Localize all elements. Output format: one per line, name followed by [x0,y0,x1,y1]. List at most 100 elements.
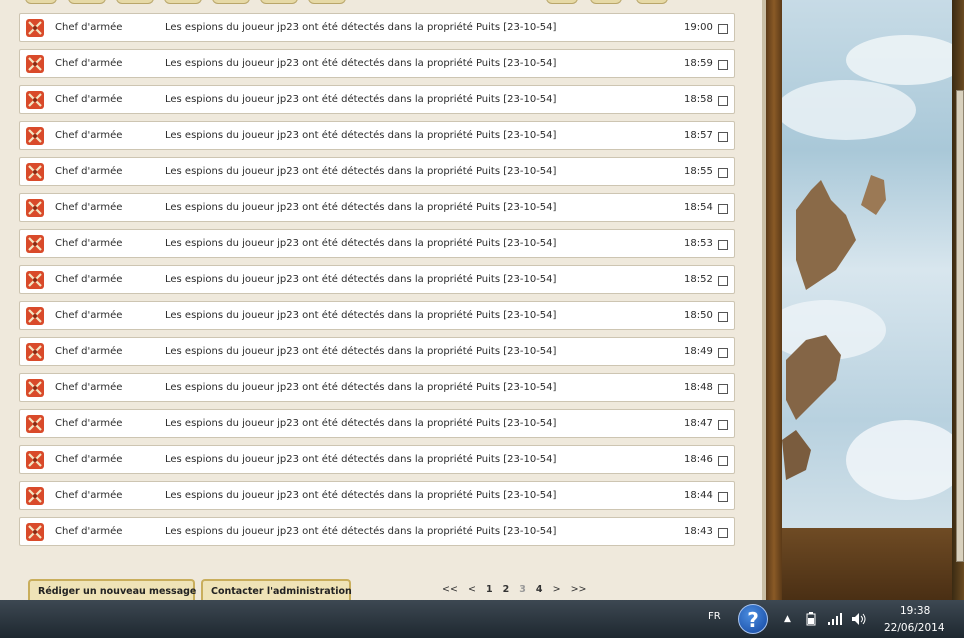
message-select-checkbox[interactable] [718,24,728,34]
message-subject[interactable]: Les espions du joueur jp23 ont été détec… [165,238,556,249]
pager-page-1[interactable]: 1 [486,584,493,595]
tab-stub[interactable] [260,0,298,4]
message-row[interactable]: Chef d'armée Les espions du joueur jp23 o… [19,409,735,438]
tab-stub[interactable] [68,0,106,4]
message-row[interactable]: Chef d'armée Les espions du joueur jp23 o… [19,193,735,222]
pager-page-3: 3 [519,584,526,595]
message-select-checkbox[interactable] [718,60,728,70]
message-time: 19:00 [684,22,713,33]
message-row[interactable]: Chef d'armée Les espions du joueur jp23 o… [19,373,735,402]
pager-last[interactable]: >> [571,584,587,595]
message-sender[interactable]: Chef d'armée [55,130,122,141]
message-row[interactable]: Chef d'armée Les espions du joueur jp23 o… [19,517,735,546]
message-sender[interactable]: Chef d'armée [55,490,122,501]
message-select-checkbox[interactable] [718,96,728,106]
pager-first[interactable]: << [442,584,458,595]
message-select-checkbox[interactable] [718,276,728,286]
message-select-checkbox[interactable] [718,420,728,430]
message-select-checkbox[interactable] [718,240,728,250]
message-sender[interactable]: Chef d'armée [55,94,122,105]
message-sender[interactable]: Chef d'armée [55,310,122,321]
tab-stub[interactable] [590,0,622,4]
message-sender[interactable]: Chef d'armée [55,22,122,33]
message-subject[interactable]: Les espions du joueur jp23 ont été détec… [165,166,556,177]
message-row[interactable]: Chef d'armée Les espions du joueur jp23 o… [19,337,735,366]
new-message-button[interactable]: Rédiger un nouveau message [28,579,196,600]
crossed-swords-icon [25,234,45,254]
message-select-checkbox[interactable] [718,168,728,178]
message-subject[interactable]: Les espions du joueur jp23 ont été détec… [165,202,556,213]
message-time: 18:49 [684,346,713,357]
crossed-swords-icon [25,270,45,290]
pager-page-4[interactable]: 4 [536,584,543,595]
message-row[interactable]: Chef d'armée Les espions du joueur jp23 o… [19,49,735,78]
clock-time[interactable]: 19:38 [900,605,930,617]
pager-prev[interactable]: < [468,584,476,595]
message-sender[interactable]: Chef d'armée [55,166,122,177]
pager-next[interactable]: > [553,584,561,595]
message-select-checkbox[interactable] [718,132,728,142]
message-row[interactable]: Chef d'armée Les espions du joueur jp23 o… [19,481,735,510]
message-select-checkbox[interactable] [718,348,728,358]
message-sender[interactable]: Chef d'armée [55,202,122,213]
volume-icon[interactable] [851,612,867,629]
message-subject[interactable]: Les espions du joueur jp23 ont été détec… [165,94,556,105]
message-select-checkbox[interactable] [718,204,728,214]
tab-stub[interactable] [636,0,668,4]
message-subject[interactable]: Les espions du joueur jp23 ont été détec… [165,310,556,321]
message-row[interactable]: Chef d'armée Les espions du joueur jp23 o… [19,229,735,258]
crossed-swords-icon [25,414,45,434]
tab-stub[interactable] [25,0,57,4]
message-time: 18:47 [684,418,713,429]
crossed-swords-icon [25,450,45,470]
help-question-icon[interactable]: ? [738,604,768,634]
message-subject[interactable]: Les espions du joueur jp23 ont été détec… [165,382,556,393]
message-subject[interactable]: Les espions du joueur jp23 ont été détec… [165,58,556,69]
crossed-swords-icon [25,486,45,506]
message-select-checkbox[interactable] [718,384,728,394]
message-select-checkbox[interactable] [718,456,728,466]
page-scrollbar-thumb[interactable] [956,90,964,562]
message-row[interactable]: Chef d'armée Les espions du joueur jp23 o… [19,301,735,330]
tab-stub[interactable] [212,0,250,4]
message-subject[interactable]: Les espions du joueur jp23 ont été détec… [165,454,556,465]
clock-date[interactable]: 22/06/2014 [884,622,945,634]
tab-stub[interactable] [116,0,154,4]
message-subject[interactable]: Les espions du joueur jp23 ont été détec… [165,274,556,285]
message-select-checkbox[interactable] [718,492,728,502]
network-signal-icon[interactable] [827,612,843,629]
message-row[interactable]: Chef d'armée Les espions du joueur jp23 o… [19,13,735,42]
message-row[interactable]: Chef d'armée Les espions du joueur jp23 o… [19,445,735,474]
battery-icon[interactable] [806,612,816,629]
tab-stub[interactable] [308,0,346,4]
message-subject[interactable]: Les espions du joueur jp23 ont été détec… [165,526,556,537]
message-row[interactable]: Chef d'armée Les espions du joueur jp23 o… [19,265,735,294]
message-sender[interactable]: Chef d'armée [55,454,122,465]
message-subject[interactable]: Les espions du joueur jp23 ont été détec… [165,418,556,429]
tab-stub[interactable] [164,0,202,4]
message-sender[interactable]: Chef d'armée [55,418,122,429]
message-sender[interactable]: Chef d'armée [55,238,122,249]
message-sender[interactable]: Chef d'armée [55,526,122,537]
message-sender[interactable]: Chef d'armée [55,382,122,393]
message-select-checkbox[interactable] [718,528,728,538]
message-row[interactable]: Chef d'armée Les espions du joueur jp23 o… [19,85,735,114]
language-indicator[interactable]: FR [708,611,721,622]
message-time: 18:59 [684,58,713,69]
message-sender[interactable]: Chef d'armée [55,346,122,357]
contact-admin-button[interactable]: Contacter l'administration [201,579,352,600]
message-row[interactable]: Chef d'armée Les espions du joueur jp23 o… [19,121,735,150]
message-sender[interactable]: Chef d'armée [55,58,122,69]
pager-page-2[interactable]: 2 [503,584,510,595]
tab-stub[interactable] [546,0,578,4]
show-hidden-icons-arrow[interactable]: ▲ [784,614,791,624]
message-row[interactable]: Chef d'armée Les espions du joueur jp23 o… [19,157,735,186]
message-subject[interactable]: Les espions du joueur jp23 ont été détec… [165,490,556,501]
message-subject[interactable]: Les espions du joueur jp23 ont été détec… [165,130,556,141]
message-select-checkbox[interactable] [718,312,728,322]
crossed-swords-icon [25,126,45,146]
crossed-swords-icon [25,342,45,362]
message-sender[interactable]: Chef d'armée [55,274,122,285]
message-subject[interactable]: Les espions du joueur jp23 ont été détec… [165,22,556,33]
message-subject[interactable]: Les espions du joueur jp23 ont été détec… [165,346,556,357]
